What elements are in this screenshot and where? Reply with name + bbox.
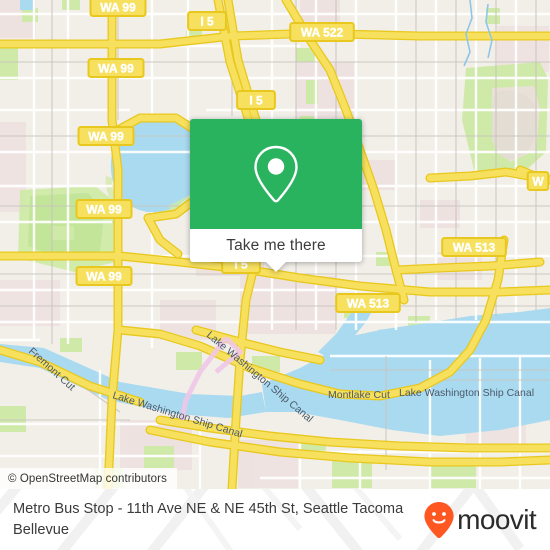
screenshot-root: Fremont Cut Lake Washington Ship Canal L… [0,0,550,550]
map-pin-icon [254,145,298,203]
road-shield-label: WA 513 [347,297,390,311]
road-shield-label: I 5 [249,94,263,108]
road-shield: WA 99 [75,199,133,219]
location-popup-card[interactable]: Take me there [190,119,362,272]
moovit-wordmark: moovit [457,503,536,535]
moovit-pin-icon [424,501,454,538]
water-label: Montlake Cut [328,389,390,401]
road-shield-label: WA 99 [100,1,136,15]
road-shield-label: WA 513 [453,241,496,255]
road-shield: WA 513 [335,293,401,313]
osm-attribution[interactable]: © OpenStreetMap contributors [0,468,177,489]
road-shield: WA 99 [75,266,133,286]
osm-attribution-text: © OpenStreetMap contributors [8,472,167,485]
road-shield-label: WA 522 [301,26,344,40]
road-shield-label: WA 99 [88,130,124,144]
popup-icon-panel [190,119,362,229]
road-shield-label: WA 99 [98,62,134,76]
water-label: Lake Washington Ship Canal [399,387,534,399]
road-shield: WA 522 [289,22,355,42]
road-shield-label: WA 99 [86,203,122,217]
road-shield-label: I 5 [200,15,214,29]
road-shield-label: W [532,175,544,189]
road-shield: WA 99 [87,58,145,78]
popup-pointer-arrow [265,261,287,272]
road-shield: WA 513 [441,237,507,257]
moovit-logo[interactable]: moovit [423,501,537,539]
take-me-there-label: Take me there [226,236,326,254]
road-shield: WA 99 [89,0,147,17]
road-shield: W [526,171,550,191]
popup-action-panel[interactable]: Take me there [190,229,362,272]
road-shield: I 5 [187,11,227,31]
road-shield: I 5 [236,90,276,110]
location-title: Metro Bus Stop - 11th Ave NE & NE 45th S… [13,500,404,538]
footer-bar: Metro Bus Stop - 11th Ave NE & NE 45th S… [0,489,550,550]
road-shield: WA 99 [77,126,135,146]
road-shield-label: WA 99 [86,270,122,284]
